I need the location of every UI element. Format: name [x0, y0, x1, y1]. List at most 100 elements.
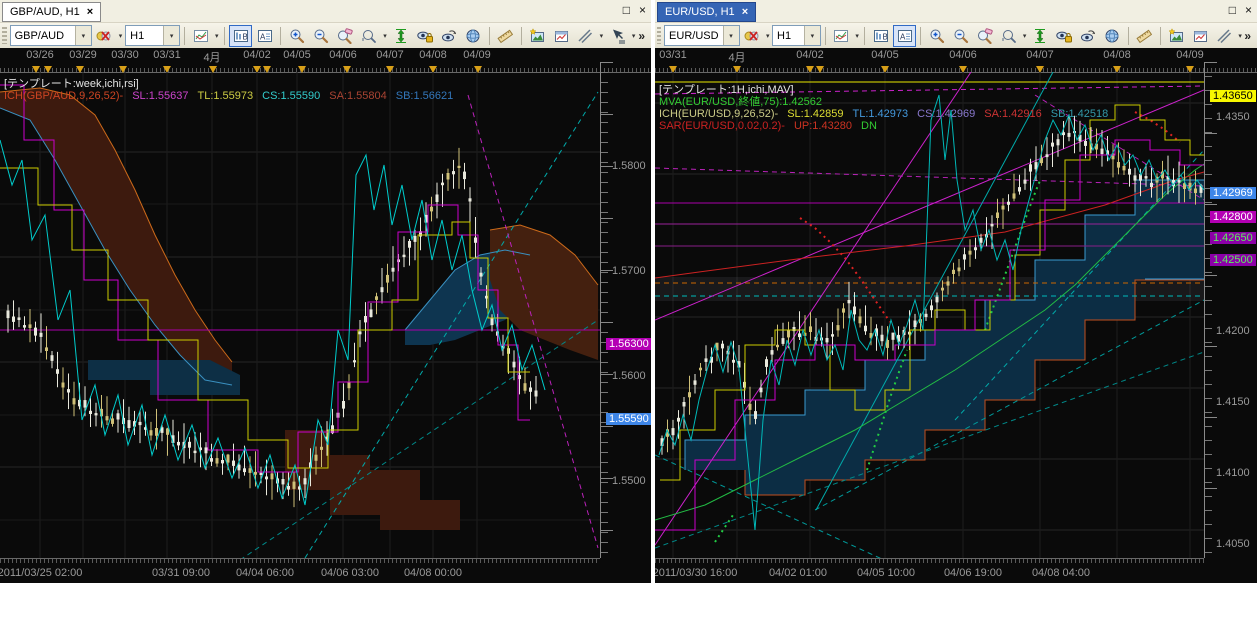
unlink-pair-button[interactable]: [93, 25, 116, 47]
svg-text:A: A: [900, 32, 906, 41]
zoom-reset-button[interactable]: [333, 25, 356, 47]
zoom-range-button[interactable]: [357, 25, 380, 47]
save-image-button[interactable]: [526, 25, 549, 47]
chevron-down-icon[interactable]: ▾: [163, 26, 179, 45]
view-refresh-button[interactable]: [1077, 25, 1100, 47]
chart-type-button[interactable]: [830, 25, 853, 47]
unlink-pair-button[interactable]: [741, 25, 764, 47]
period-combobox[interactable]: H1 ▾: [125, 25, 180, 46]
close-window-button[interactable]: ×: [1245, 3, 1252, 17]
zoom-in-button[interactable]: [285, 25, 308, 47]
chevron-down-icon[interactable]: ▾: [1237, 32, 1243, 40]
zoom-out-button[interactable]: [309, 25, 332, 47]
price-plot[interactable]: [0, 72, 600, 558]
toolbar-grip[interactable]: [657, 27, 661, 44]
date-label: 04/09: [463, 49, 491, 61]
restore-window-button[interactable]: □: [1229, 3, 1236, 17]
toolbar-overflow-button[interactable]: »: [638, 29, 649, 43]
date-label: 03/31 09:00: [152, 567, 210, 579]
view-lock-button[interactable]: [414, 25, 437, 47]
toolbar-grip[interactable]: [2, 27, 7, 44]
date-label: 04/07: [376, 49, 404, 61]
tab-gbpaud-h1[interactable]: GBP/AUD, H1 ×: [2, 2, 101, 22]
chevron-down-icon[interactable]: ▾: [213, 32, 220, 40]
chevron-down-icon[interactable]: ▾: [804, 26, 820, 45]
close-window-button[interactable]: ×: [639, 3, 646, 17]
price-label: 1.5800: [612, 160, 646, 172]
date-label: 04/04 06:00: [236, 567, 294, 579]
date-label: 03/31: [659, 49, 687, 61]
board-view-button[interactable]: B: [229, 25, 252, 47]
ruler-button[interactable]: [494, 25, 517, 47]
price-tag: 1.42800: [1210, 211, 1256, 223]
chart-type-button[interactable]: [189, 25, 212, 47]
board-view-button[interactable]: B: [869, 25, 892, 47]
toolbar: EUR/USD ▾ ▾ H1 ▾ ▾ B A ▾ ▾ »: [655, 23, 1257, 49]
chart-image-window-button[interactable]: [550, 25, 573, 47]
chevron-down-icon[interactable]: ▾: [381, 32, 388, 40]
text-view-button[interactable]: A: [893, 25, 916, 47]
date-label: 04/02: [243, 49, 271, 61]
tab-close-icon[interactable]: ×: [87, 7, 93, 18]
price-axis[interactable]: 1.43501.42001.41501.41001.40501.436501.4…: [1204, 62, 1257, 558]
view-refresh-button[interactable]: [438, 25, 461, 47]
tab-close-icon[interactable]: ×: [742, 7, 748, 18]
price-axis[interactable]: 1.58001.57001.56001.55001.563001.55590: [600, 62, 651, 558]
price-label: 1.5600: [612, 370, 646, 382]
indicator-legend: [テンプレート:week,ichi,rsi] ICH(GBP/AUD,9,26,…: [4, 78, 462, 102]
template-name: [テンプレート:week,ichi,rsi]: [4, 78, 139, 90]
chart-area-eurusd[interactable]: 03/314月04/0204/0504/0604/0704/0804/09 [テ…: [655, 48, 1257, 583]
globe-button[interactable]: [462, 25, 485, 47]
ruler-button[interactable]: [1133, 25, 1156, 47]
chevron-down-icon[interactable]: ▾: [117, 32, 124, 40]
trendline-tools-button[interactable]: [1213, 25, 1236, 47]
date-label: 03/31: [153, 49, 181, 61]
chevron-down-icon[interactable]: ▾: [765, 32, 771, 40]
zoom-out-button[interactable]: [949, 25, 972, 47]
ichimoku-cs: CS:1.55590: [262, 90, 320, 102]
chart-area-gbpaud[interactable]: 03/2603/2903/3003/314月04/0204/0504/0604/…: [0, 48, 651, 583]
chevron-down-icon[interactable]: ▾: [854, 32, 860, 40]
zoom-in-button[interactable]: [925, 25, 948, 47]
sar-dn: DN: [861, 120, 877, 132]
chevron-down-icon[interactable]: ▾: [1021, 32, 1027, 40]
restore-window-button[interactable]: □: [623, 3, 630, 17]
tab-eurusd-h1[interactable]: EUR/USD, H1 ×: [657, 2, 756, 22]
price-label: 1.4350: [1216, 111, 1250, 123]
date-label: 04/02: [796, 49, 824, 61]
sar-up: UP:1.43280: [794, 120, 852, 132]
chevron-down-icon[interactable]: ▾: [723, 26, 739, 45]
tab-bar: EUR/USD, H1 × □ ×: [655, 0, 1257, 23]
symbol-combobox[interactable]: GBP/AUD ▾: [10, 25, 92, 46]
symbol-combobox[interactable]: EUR/USD ▾: [664, 25, 740, 46]
ichimoku-sl: SL:1.42859: [787, 108, 843, 120]
chevron-down-icon[interactable]: ▾: [630, 32, 637, 40]
globe-button[interactable]: [1101, 25, 1124, 47]
period-combobox[interactable]: H1 ▾: [772, 25, 821, 46]
price-plot[interactable]: [655, 72, 1204, 558]
date-label: 03/26: [26, 49, 54, 61]
view-lock-button[interactable]: [1053, 25, 1076, 47]
chart-image-window-button[interactable]: [1189, 25, 1212, 47]
chevron-down-icon[interactable]: ▾: [598, 32, 605, 40]
chevron-down-icon[interactable]: ▾: [75, 26, 91, 45]
date-label: 04/05: [283, 49, 311, 61]
cursor-menu-button[interactable]: [606, 25, 629, 47]
toolbar-overflow-button[interactable]: »: [1244, 29, 1255, 43]
sar-dots-red: [800, 218, 890, 322]
ichimoku-cloud-bearish: [285, 430, 460, 530]
zoom-reset-button[interactable]: [973, 25, 996, 47]
trendline-tools-button[interactable]: [574, 25, 597, 47]
date-label: 04/05 10:00: [857, 567, 915, 579]
symbol-value: EUR/USD: [665, 30, 723, 42]
template-name: [テンプレート:1H,ichi,MAV]: [659, 84, 794, 96]
date-label: 04/06: [949, 49, 977, 61]
zoom-range-button[interactable]: [997, 25, 1020, 47]
date-label: 04/08 04:00: [1032, 567, 1090, 579]
save-image-button[interactable]: [1165, 25, 1188, 47]
price-tag: 1.42650: [1210, 232, 1256, 244]
price-label: 1.4150: [1216, 396, 1250, 408]
text-view-button[interactable]: A: [253, 25, 276, 47]
fit-vertical-button[interactable]: [390, 25, 413, 47]
fit-vertical-button[interactable]: [1029, 25, 1052, 47]
